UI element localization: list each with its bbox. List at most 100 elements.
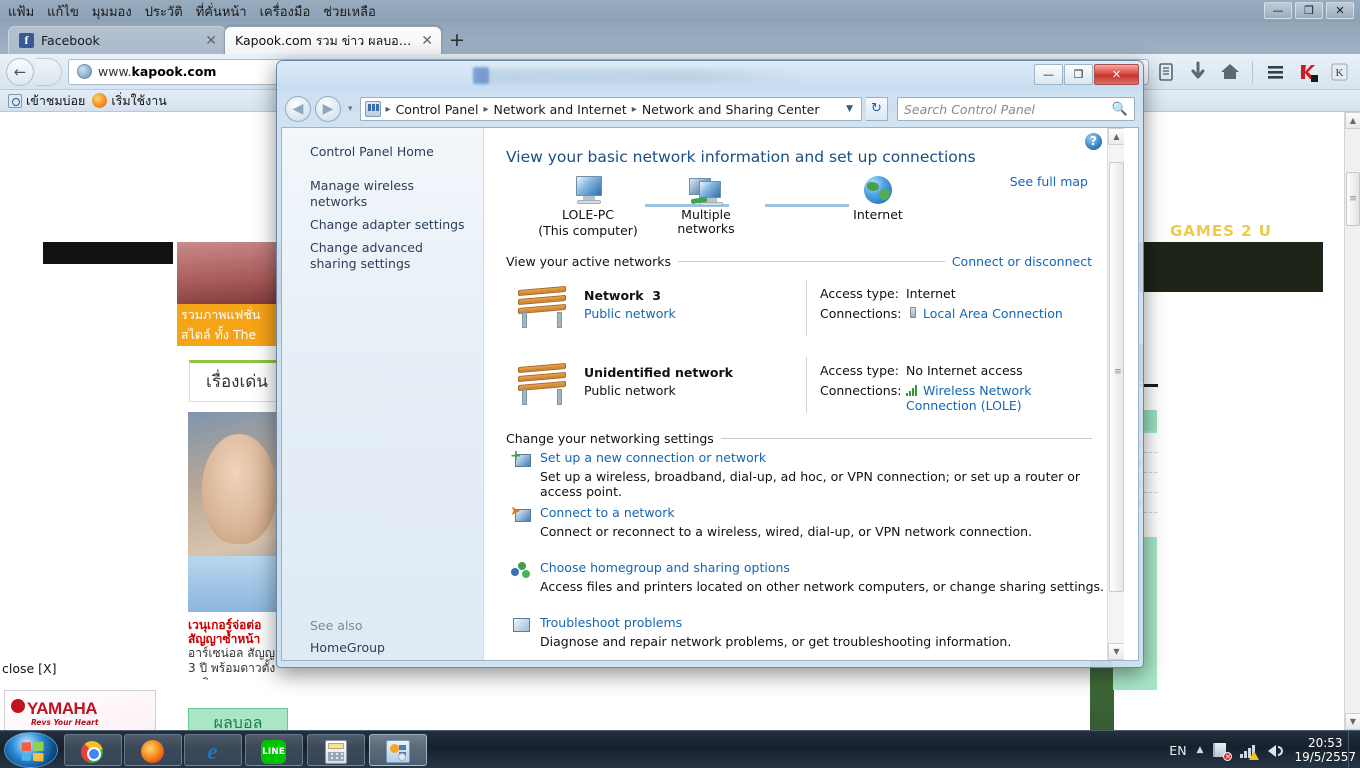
setting-title[interactable]: Set up a new connection or network: [540, 450, 1106, 465]
taskbar-button-internet-explorer[interactable]: e: [184, 734, 242, 766]
map-node-sublabel: (This computer): [538, 223, 638, 238]
menu-edit[interactable]: แก้ไข: [47, 1, 79, 22]
public-network-icon: [514, 361, 570, 407]
show-hidden-icons-button[interactable]: ▲: [1197, 745, 1204, 755]
taskbar: e LINE EN ▲ ✕ 20:53 19/5/2557: [0, 730, 1360, 768]
refresh-button[interactable]: ↻: [866, 97, 888, 121]
close-icon[interactable]: ✕: [421, 33, 433, 49]
control-panel-scrollbar[interactable]: ▲ ≡ ▼: [1107, 128, 1124, 660]
search-input[interactable]: Search Control Panel 🔍: [897, 97, 1135, 121]
tab-strip: f Facebook ✕ Kapook.com รวม ข่าว ผลบอล เ…: [0, 22, 1360, 54]
breadcrumb-control-panel[interactable]: Control Panel: [396, 102, 479, 117]
breadcrumb-network-and-internet[interactable]: Network and Internet: [493, 102, 626, 117]
firefox-icon: [141, 740, 164, 763]
connect-or-disconnect-link[interactable]: Connect or disconnect: [952, 254, 1092, 269]
news-thumbnail[interactable]: [177, 242, 281, 304]
bookmark-getting-started[interactable]: เริ่มใช้งาน: [92, 91, 167, 111]
forward-button[interactable]: [36, 57, 62, 86]
taskbar-button-firefox[interactable]: [124, 734, 182, 766]
yamaha-ad[interactable]: YAMAHA Revs Your Heart FINO หัวฉีด สุดคว…: [4, 690, 156, 730]
forward-button[interactable]: ▶: [315, 96, 341, 122]
taskbar-button-calculator[interactable]: [307, 734, 365, 766]
taskbar-button-chrome[interactable]: [64, 734, 122, 766]
taskbar-button-line[interactable]: LINE: [245, 734, 303, 766]
network-icon[interactable]: [1240, 742, 1260, 760]
k-extension-icon[interactable]: K: [1324, 58, 1354, 86]
setting-homegroup-sharing[interactable]: Choose homegroup and sharing options Acc…: [506, 560, 1106, 594]
setting-set-up-new-connection[interactable]: + Set up a new connection or network Set…: [506, 449, 1106, 499]
close-ad-link[interactable]: close [X]: [2, 661, 57, 676]
menu-help[interactable]: ช่วยเหลือ: [323, 1, 376, 22]
setting-troubleshoot-problems[interactable]: Troubleshoot problems Diagnose and repai…: [506, 615, 1106, 649]
scroll-up-button[interactable]: ▲: [1345, 112, 1360, 129]
breadcrumb-bar[interactable]: ▸ Control Panel ▸ Network and Internet ▸…: [359, 97, 862, 121]
scroll-up-button[interactable]: ▲: [1108, 128, 1124, 145]
scroll-down-button[interactable]: ▼: [1108, 643, 1124, 660]
feature-photo[interactable]: [188, 412, 285, 612]
see-also-label: See also: [310, 618, 363, 633]
page-scrollbar[interactable]: ▲ ≡ ▼: [1344, 112, 1360, 730]
see-full-map-link[interactable]: See full map: [1010, 174, 1088, 189]
right-dark-banner[interactable]: [1113, 242, 1323, 292]
close-button[interactable]: ✕: [1326, 2, 1354, 19]
map-node-this-computer[interactable]: LOLE-PC (This computer): [533, 176, 643, 238]
show-desktop-button[interactable]: [1348, 731, 1360, 768]
sidebar-item-homegroup[interactable]: HomeGroup: [310, 640, 470, 656]
volume-icon[interactable]: [1267, 742, 1284, 759]
control-panel-titlebar[interactable]: — ❐ ✕: [277, 61, 1143, 91]
kaspersky-icon[interactable]: [1292, 58, 1322, 86]
sidebar-item-control-panel-home[interactable]: Control Panel Home: [310, 144, 434, 160]
sidebar-item-change-advanced-sharing-settings[interactable]: Change advanced sharing settings: [310, 240, 470, 272]
tab-kapook[interactable]: Kapook.com รวม ข่าว ผลบอล เก... ✕: [224, 26, 442, 54]
facebook-icon: f: [19, 33, 34, 48]
map-node-multiple-networks[interactable]: Multiple networks: [651, 176, 761, 236]
yamaha-tagline: Revs Your Heart: [31, 718, 99, 727]
setting-title[interactable]: Choose homegroup and sharing options: [540, 560, 1106, 575]
back-button[interactable]: ←: [6, 57, 34, 86]
breadcrumb-network-and-sharing-center[interactable]: Network and Sharing Center: [642, 102, 820, 117]
scroll-down-button[interactable]: ▼: [1345, 713, 1360, 730]
sidebar-item-change-adapter-settings[interactable]: Change adapter settings: [310, 217, 470, 233]
menu-icon[interactable]: [1260, 58, 1290, 86]
map-node-internet[interactable]: Internet: [823, 176, 933, 222]
taskbar-button-control-panel[interactable]: [369, 734, 427, 766]
sidebar-item-manage-wireless-networks[interactable]: Manage wireless networks: [310, 178, 470, 210]
minimize-button[interactable]: —: [1264, 2, 1292, 19]
menu-history[interactable]: ประวัติ: [145, 1, 183, 22]
chevron-down-icon[interactable]: ▼: [842, 104, 857, 114]
setting-title[interactable]: Troubleshoot problems: [540, 615, 1106, 630]
back-button[interactable]: ◀: [285, 96, 311, 122]
toolbar-divider: [1252, 60, 1253, 83]
clock[interactable]: 20:53 19/5/2557: [1294, 736, 1356, 764]
close-button[interactable]: ✕: [1094, 64, 1139, 85]
restore-button[interactable]: ❐: [1295, 2, 1323, 19]
network-type[interactable]: Public network: [584, 306, 676, 321]
menu-bookmarks[interactable]: ที่คั่นหน้า: [196, 1, 247, 22]
connection-link[interactable]: Wireless Network Connection (LOLE): [906, 383, 1076, 413]
action-center-flag-icon[interactable]: ✕: [1213, 742, 1233, 761]
close-icon[interactable]: ✕: [205, 33, 217, 49]
minimize-button[interactable]: —: [1034, 64, 1063, 85]
start-button[interactable]: [4, 732, 58, 768]
bookmark-most-visited[interactable]: เข้าชมบ่อย: [8, 91, 85, 111]
top-ad-placeholder[interactable]: [43, 242, 173, 264]
feature-title[interactable]: เวนุเกอร์จ่อต่อสัญญาซ้ำหน้า: [188, 618, 288, 646]
setting-title[interactable]: Connect to a network: [540, 505, 1106, 520]
help-icon[interactable]: ?: [1085, 133, 1102, 150]
scroll-thumb[interactable]: ≡: [1346, 172, 1360, 226]
scroll-thumb[interactable]: ≡: [1109, 162, 1124, 592]
connection-link[interactable]: Local Area Connection: [906, 306, 1063, 321]
reader-icon[interactable]: [1151, 58, 1181, 86]
new-tab-button[interactable]: +: [446, 30, 468, 52]
tab-facebook[interactable]: f Facebook ✕: [8, 26, 226, 54]
menu-file[interactable]: แฟ้ม: [8, 1, 34, 22]
home-icon[interactable]: [1215, 58, 1245, 86]
setting-connect-to-network[interactable]: ➤ Connect to a network Connect or reconn…: [506, 505, 1106, 539]
news-caption[interactable]: รวมภาพแฟชั่นสไตล์ ทั้ง The Star 10: [177, 304, 281, 346]
maximize-button[interactable]: ❐: [1064, 64, 1093, 85]
menu-tools[interactable]: เครื่องมือ: [260, 1, 311, 22]
language-indicator[interactable]: EN: [1169, 743, 1186, 758]
download-icon[interactable]: [1183, 58, 1213, 86]
recent-locations-icon[interactable]: ▾: [348, 104, 353, 114]
menu-view[interactable]: มุมมอง: [92, 1, 132, 22]
